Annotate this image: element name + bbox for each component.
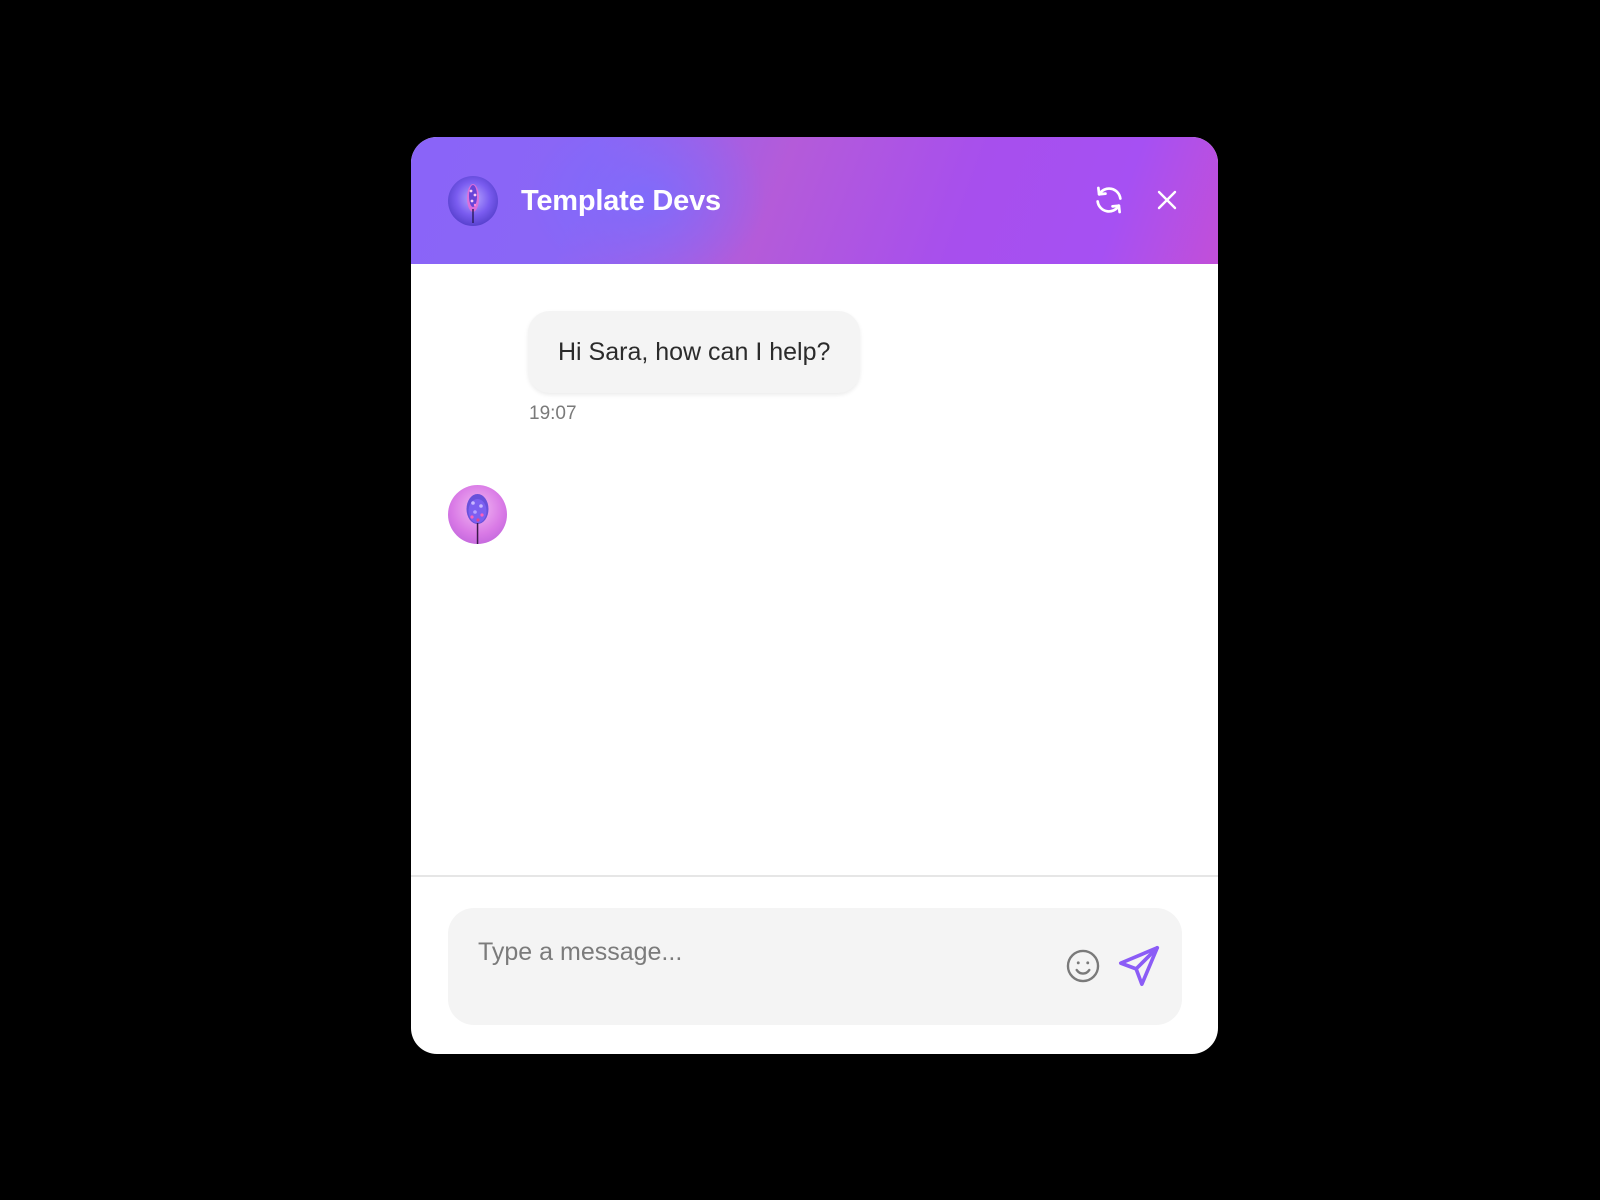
message-composer bbox=[448, 908, 1182, 1025]
message-input[interactable] bbox=[478, 932, 1038, 972]
tree-avatar-icon bbox=[467, 184, 479, 223]
composer-divider bbox=[411, 875, 1218, 877]
tree-avatar-icon bbox=[466, 494, 489, 544]
smiley-icon bbox=[1066, 949, 1100, 983]
refresh-icon bbox=[1096, 186, 1122, 214]
close-button[interactable] bbox=[1147, 180, 1187, 220]
header-avatar bbox=[448, 176, 498, 226]
emoji-button[interactable] bbox=[1063, 946, 1103, 986]
send-icon bbox=[1118, 945, 1160, 987]
close-icon bbox=[1157, 190, 1177, 210]
message-text: Hi Sara, how can I help? bbox=[558, 337, 831, 366]
bot-avatar bbox=[448, 485, 507, 544]
chat-header: Template Devs bbox=[411, 137, 1218, 264]
chat-title: Template Devs bbox=[521, 185, 721, 217]
send-button[interactable] bbox=[1115, 942, 1163, 990]
message-list[interactable]: Hi Sara, how can I help? 19:07 bbox=[411, 264, 1218, 875]
refresh-button[interactable] bbox=[1089, 180, 1129, 220]
chat-widget: Template Devs Hi Sara, how can I help? 1… bbox=[411, 137, 1218, 1054]
message-timestamp: 19:07 bbox=[529, 403, 577, 424]
message-bubble: Hi Sara, how can I help? bbox=[528, 311, 861, 393]
